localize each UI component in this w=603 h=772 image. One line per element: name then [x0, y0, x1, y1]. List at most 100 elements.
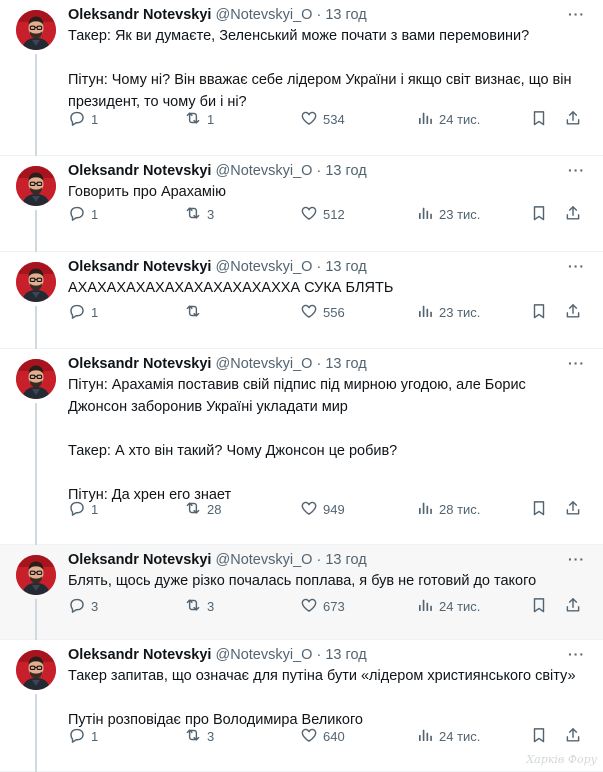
more-dots-icon[interactable]: ···	[568, 162, 585, 178]
bookmark-button[interactable]	[530, 725, 548, 747]
tweet-actions: 1 1 534 24 тис.	[68, 108, 587, 132]
reply-button[interactable]: 1	[68, 725, 98, 747]
retweet-icon	[184, 596, 202, 617]
tweet-text-line: Пітун: Арахамія поставив свій підпис під…	[68, 377, 526, 393]
avatar[interactable]	[16, 650, 56, 690]
tweet-time[interactable]: 13 год	[325, 552, 366, 568]
like-count: 640	[323, 728, 345, 744]
like-count: 556	[323, 304, 345, 320]
tweet-time[interactable]: 13 год	[325, 259, 366, 275]
tweet-time[interactable]: 13 год	[325, 356, 366, 372]
tweet-text-line	[68, 47, 583, 69]
reply-icon	[68, 596, 86, 617]
retweet-count: 3	[207, 728, 215, 744]
bookmark-button[interactable]	[530, 498, 548, 520]
like-count: 949	[323, 501, 345, 517]
views-chart-icon	[416, 204, 434, 225]
avatar[interactable]	[16, 10, 56, 50]
thread-connector	[35, 306, 37, 349]
more-dots-icon[interactable]: ···	[568, 258, 585, 274]
author-handle[interactable]: @Notevskyi_O	[216, 552, 313, 568]
views-button[interactable]: 24 тис.	[416, 725, 480, 747]
tweet-header: Oleksandr Notevskyi @Notevskyi_O · 13 го…	[68, 162, 563, 180]
tweet[interactable]: Oleksandr Notevskyi @Notevskyi_O · 13 го…	[0, 349, 603, 545]
tweet[interactable]: Oleksandr Notevskyi @Notevskyi_O · 13 го…	[0, 0, 603, 156]
tweet-time[interactable]: 13 год	[325, 163, 366, 179]
bookmark-icon	[530, 204, 548, 225]
author-handle[interactable]: @Notevskyi_O	[216, 356, 313, 372]
author-name[interactable]: Oleksandr Notevskyi	[68, 259, 211, 275]
like-button[interactable]: 949	[300, 498, 345, 520]
bookmark-icon	[530, 499, 548, 520]
author-handle[interactable]: @Notevskyi_O	[216, 259, 313, 275]
like-button[interactable]: 673	[300, 595, 345, 617]
avatar[interactable]	[16, 166, 56, 206]
share-button[interactable]	[564, 498, 582, 520]
share-button[interactable]	[564, 203, 582, 225]
more-dots-icon[interactable]: ···	[568, 551, 585, 567]
reply-button[interactable]: 3	[68, 595, 98, 617]
author-name[interactable]: Oleksandr Notevskyi	[68, 7, 211, 23]
retweet-button[interactable]: 28	[184, 498, 221, 520]
tweet[interactable]: Oleksandr Notevskyi @Notevskyi_O · 13 го…	[0, 640, 603, 772]
avatar[interactable]	[16, 262, 56, 302]
views-button[interactable]: 24 тис.	[416, 595, 480, 617]
author-handle[interactable]: @Notevskyi_O	[216, 647, 313, 663]
views-count: 24 тис.	[439, 598, 481, 614]
reply-button[interactable]: 1	[68, 301, 98, 323]
separator: ·	[316, 259, 322, 275]
tweet-text-line: Говорить про Арахамію	[68, 184, 226, 200]
retweet-button[interactable]: 3	[184, 203, 214, 225]
author-name[interactable]: Oleksandr Notevskyi	[68, 552, 211, 568]
more-dots-icon[interactable]: ···	[568, 355, 585, 371]
avatar[interactable]	[16, 359, 56, 399]
bookmark-button[interactable]	[530, 108, 548, 130]
tweet-text-line	[68, 687, 583, 709]
tweet-text-line: Блять, щось дуже різко почалась поплава,…	[68, 573, 537, 589]
share-button[interactable]	[564, 301, 582, 323]
like-button[interactable]: 556	[300, 301, 345, 323]
more-dots-icon[interactable]: ···	[568, 646, 585, 662]
share-button[interactable]	[564, 595, 582, 617]
views-button[interactable]: 24 тис.	[416, 108, 480, 130]
share-icon	[564, 596, 582, 617]
share-button[interactable]	[564, 108, 582, 130]
tweet[interactable]: Oleksandr Notevskyi @Notevskyi_O · 13 го…	[0, 545, 603, 640]
like-button[interactable]: 640	[300, 725, 345, 747]
reply-button[interactable]: 1	[68, 108, 98, 130]
author-handle[interactable]: @Notevskyi_O	[216, 163, 313, 179]
bookmark-button[interactable]	[530, 595, 548, 617]
like-button[interactable]: 534	[300, 108, 345, 130]
heart-icon	[300, 204, 318, 225]
thread-connector	[35, 403, 37, 545]
views-button[interactable]: 23 тис.	[416, 301, 480, 323]
reply-icon	[68, 204, 86, 225]
separator: ·	[316, 7, 322, 23]
views-button[interactable]: 28 тис.	[416, 498, 480, 520]
avatar[interactable]	[16, 555, 56, 595]
views-button[interactable]: 23 тис.	[416, 203, 480, 225]
tweet[interactable]: Oleksandr Notevskyi @Notevskyi_O · 13 го…	[0, 156, 603, 252]
more-dots-icon[interactable]: ···	[568, 6, 585, 22]
retweet-button[interactable]	[184, 301, 207, 323]
tweet-time[interactable]: 13 год	[325, 7, 366, 23]
share-button[interactable]	[564, 725, 582, 747]
author-name[interactable]: Oleksandr Notevskyi	[68, 647, 211, 663]
reply-icon	[68, 726, 86, 747]
retweet-button[interactable]: 1	[184, 108, 214, 130]
retweet-count: 28	[207, 501, 222, 517]
reply-button[interactable]: 1	[68, 203, 98, 225]
like-button[interactable]: 512	[300, 203, 345, 225]
bookmark-button[interactable]	[530, 301, 548, 323]
reply-button[interactable]: 1	[68, 498, 98, 520]
author-handle[interactable]: @Notevskyi_O	[216, 7, 313, 23]
retweet-button[interactable]: 3	[184, 725, 214, 747]
author-name[interactable]: Oleksandr Notevskyi	[68, 356, 211, 372]
bookmark-button[interactable]	[530, 203, 548, 225]
share-icon	[564, 302, 582, 323]
tweet-time[interactable]: 13 год	[325, 647, 366, 663]
share-icon	[564, 204, 582, 225]
author-name[interactable]: Oleksandr Notevskyi	[68, 163, 211, 179]
tweet[interactable]: Oleksandr Notevskyi @Notevskyi_O · 13 го…	[0, 252, 603, 349]
retweet-button[interactable]: 3	[184, 595, 214, 617]
